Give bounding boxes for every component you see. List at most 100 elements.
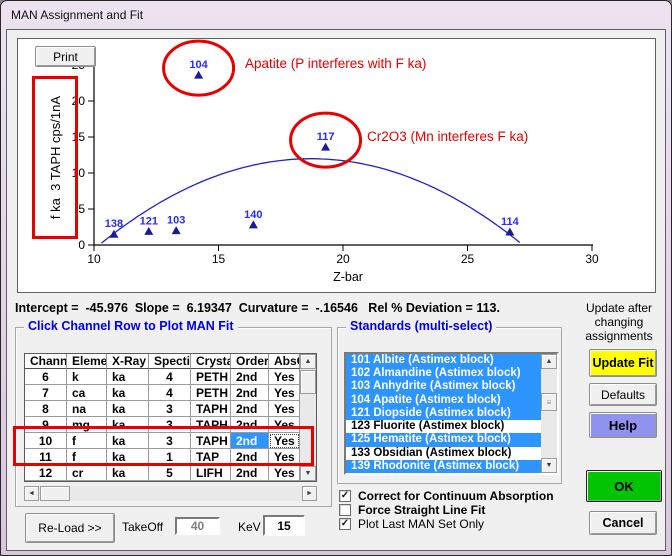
- standards-list-item[interactable]: 101 Albite (Astimex block): [346, 354, 541, 367]
- defaults-button[interactable]: Defaults: [589, 383, 657, 406]
- checkbox-unchecked[interactable]: [339, 504, 351, 516]
- checkbox-checked[interactable]: ✓: [339, 518, 351, 530]
- update-fit-button[interactable]: Update Fit: [589, 349, 657, 377]
- option-row[interactable]: Force Straight Line Fit: [339, 503, 571, 517]
- table-row[interactable]: 10fka3TAPH2ndYes: [25, 433, 300, 449]
- column-header[interactable]: Specti: [149, 354, 191, 369]
- column-header[interactable]: Eleme: [67, 354, 107, 369]
- table-cell[interactable]: 2nd: [231, 449, 269, 465]
- table-cell[interactable]: f: [67, 433, 107, 449]
- table-cell[interactable]: na: [67, 401, 107, 417]
- table-cell[interactable]: ka: [107, 433, 149, 449]
- scroll-up-button[interactable]: ▲: [300, 354, 316, 369]
- standards-list-item[interactable]: 133 Obsidian (Astimex block): [346, 447, 541, 460]
- table-cell[interactable]: ka: [107, 401, 149, 417]
- table-cell[interactable]: 2nd: [231, 433, 269, 449]
- table-cell[interactable]: 11: [25, 449, 67, 465]
- reload-button[interactable]: Re-Load >>: [25, 513, 115, 543]
- table-cell[interactable]: k: [67, 369, 107, 385]
- standards-listbox[interactable]: 101 Albite (Astimex block)102 Almandine …: [344, 352, 559, 475]
- cancel-button[interactable]: Cancel: [589, 511, 657, 535]
- scroll-down-button[interactable]: ▼: [300, 466, 316, 481]
- scroll-right-button[interactable]: ►: [302, 486, 317, 501]
- option-row[interactable]: ✓Correct for Continuum Absorption: [339, 489, 571, 503]
- table-row[interactable]: 6kka4PETH2ndYes: [25, 369, 300, 385]
- table-cell[interactable]: ka: [107, 369, 149, 385]
- table-cell[interactable]: 2nd: [231, 465, 269, 481]
- table-cell[interactable]: ca: [67, 385, 107, 401]
- checkbox-checked[interactable]: ✓: [339, 490, 351, 502]
- standards-list-item[interactable]: 121 Diopside (Astimex block): [346, 407, 541, 420]
- table-cell[interactable]: 2nd: [231, 401, 269, 417]
- table-cell[interactable]: 6: [25, 369, 67, 385]
- title-bar[interactable]: MAN Assignment and Fit: [1, 1, 671, 29]
- table-cell[interactable]: TAPH: [191, 401, 231, 417]
- channel-grid-vertical-scrollbar[interactable]: ▲ ▼: [300, 354, 316, 481]
- ok-button[interactable]: OK: [586, 470, 662, 502]
- standards-list-item[interactable]: 104 Apatite (Astimex block): [346, 394, 541, 407]
- standards-vertical-scrollbar[interactable]: ▲ ≡ ▼: [541, 354, 557, 473]
- help-button[interactable]: Help: [589, 412, 657, 438]
- scroll-down-button[interactable]: ▼: [541, 458, 557, 473]
- table-cell[interactable]: ka: [107, 385, 149, 401]
- table-cell[interactable]: 12: [25, 465, 67, 481]
- channel-grid-horizontal-scrollbar[interactable]: ◄ ►: [24, 486, 317, 501]
- table-cell[interactable]: 3: [149, 401, 191, 417]
- table-cell[interactable]: Yes: [269, 401, 300, 417]
- kev-input[interactable]: [263, 515, 305, 536]
- table-cell[interactable]: Yes: [269, 449, 300, 465]
- scrollbar-thumb[interactable]: [300, 370, 316, 394]
- table-cell[interactable]: 1: [149, 449, 191, 465]
- table-cell[interactable]: 2nd: [231, 385, 269, 401]
- table-cell[interactable]: LIFH: [191, 465, 231, 481]
- table-row[interactable]: 7caka4PETH2ndYes: [25, 385, 300, 401]
- table-cell[interactable]: TAPH: [191, 417, 231, 433]
- table-cell[interactable]: ka: [107, 449, 149, 465]
- table-row[interactable]: 11fka1TAP2ndYes: [25, 449, 300, 465]
- table-cell[interactable]: TAPH: [191, 433, 231, 449]
- table-cell[interactable]: 9: [25, 417, 67, 433]
- table-cell[interactable]: ka: [107, 417, 149, 433]
- standards-list-item[interactable]: 125 Hematite (Astimex block): [346, 433, 541, 446]
- table-cell[interactable]: cr: [67, 465, 107, 481]
- column-header[interactable]: X-Ray: [107, 354, 149, 369]
- scrollbar-thumb[interactable]: ≡: [541, 393, 557, 411]
- table-cell[interactable]: 4: [149, 369, 191, 385]
- table-cell[interactable]: 2nd: [231, 417, 269, 433]
- standards-list-item[interactable]: 139 Rhodonite (Astimex block): [346, 460, 541, 473]
- column-header[interactable]: Order: [231, 354, 269, 369]
- table-cell[interactable]: f: [67, 449, 107, 465]
- table-cell[interactable]: 5: [149, 465, 191, 481]
- table-cell[interactable]: Yes: [269, 417, 300, 433]
- table-cell[interactable]: PETH: [191, 385, 231, 401]
- table-cell[interactable]: 10: [25, 433, 67, 449]
- standards-list-item[interactable]: 103 Anhydrite (Astimex block): [346, 380, 541, 393]
- standards-list-item[interactable]: 123 Fluorite (Astimex block): [346, 420, 541, 433]
- table-cell[interactable]: PETH: [191, 369, 231, 385]
- option-row[interactable]: ✓Plot Last MAN Set Only: [339, 517, 571, 531]
- scroll-left-button[interactable]: ◄: [24, 486, 39, 501]
- table-cell[interactable]: Yes: [269, 385, 300, 401]
- table-cell[interactable]: 2nd: [231, 369, 269, 385]
- table-row[interactable]: 9mgka3TAPH2ndYes: [25, 417, 300, 433]
- column-header[interactable]: AbsCo: [269, 354, 300, 369]
- table-row[interactable]: 8naka3TAPH2ndYes: [25, 401, 300, 417]
- table-cell[interactable]: 8: [25, 401, 67, 417]
- print-button[interactable]: Print: [35, 46, 96, 67]
- scroll-up-button[interactable]: ▲: [541, 354, 557, 369]
- table-cell[interactable]: mg: [67, 417, 107, 433]
- table-row[interactable]: 12crka5LIFH2ndYes: [25, 465, 300, 481]
- scrollbar-thumb[interactable]: [40, 486, 70, 501]
- table-cell[interactable]: Yes: [269, 465, 300, 481]
- column-header[interactable]: Chann: [25, 354, 67, 369]
- table-cell[interactable]: Yes: [269, 369, 300, 385]
- table-cell[interactable]: 7: [25, 385, 67, 401]
- table-cell[interactable]: ka: [107, 465, 149, 481]
- table-cell[interactable]: TAP: [191, 449, 231, 465]
- standards-list-item[interactable]: 102 Almandine (Astimex block): [346, 367, 541, 380]
- table-cell[interactable]: 3: [149, 433, 191, 449]
- table-cell[interactable]: 4: [149, 385, 191, 401]
- takeoff-input[interactable]: [175, 517, 220, 535]
- column-header[interactable]: Crysta: [191, 354, 231, 369]
- table-cell[interactable]: 3: [149, 417, 191, 433]
